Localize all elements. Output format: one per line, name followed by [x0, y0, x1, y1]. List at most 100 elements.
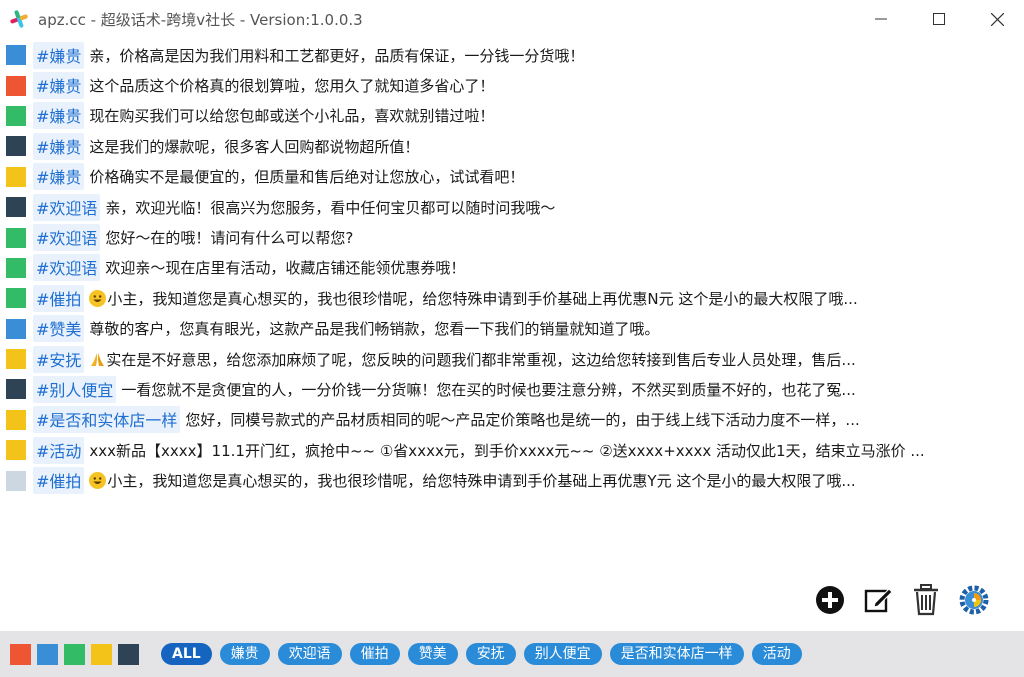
category-tag[interactable]: #嫌贵: [33, 41, 85, 69]
filter-chip[interactable]: 活动: [751, 643, 802, 665]
phrase-content: 小主，我知道您是真心想买的，我也很珍惜呢，给您特殊申请到手价基础上再优惠Y元 这…: [107, 472, 856, 491]
category-tag[interactable]: #欢迎语: [33, 254, 101, 282]
color-swatch: [6, 470, 26, 491]
filter-chip[interactable]: 赞美: [407, 643, 458, 665]
phrase-text: 尊敬的客户，您真有眼光，这款产品是我们畅销款，您看一下我们的销量就知道了哦。: [89, 318, 1024, 339]
phrase-text: 小主，我知道您是真心想买的，我也很珍惜呢，给您特殊申请到手价基础上再优惠N元 这…: [89, 288, 1024, 309]
pray-emoji-icon: [89, 351, 106, 368]
list-item[interactable]: #嫌贵 这个品质这个价格真的很划算啦，您用久了就知道多省心了！: [0, 70, 1024, 100]
phrase-text: 实在是不好意思，给您添加麻烦了呢，您反映的问题我们都非常重视，这边给您转接到售后…: [89, 349, 1024, 370]
maximize-button[interactable]: [916, 0, 962, 38]
phrase-content: 尊敬的客户，您真有眼光，这款产品是我们畅销款，您看一下我们的销量就知道了哦。: [89, 320, 660, 339]
color-swatch: [6, 136, 26, 157]
filter-chip[interactable]: 嫌贵: [219, 643, 270, 665]
category-tag[interactable]: #嫌贵: [33, 102, 85, 130]
add-icon[interactable]: [814, 582, 846, 618]
toolbar: [814, 582, 990, 618]
color-swatch: [6, 45, 26, 66]
phrase-content: 您好～在的哦！请问有什么可以帮您?: [105, 229, 354, 248]
category-tag[interactable]: #欢迎语: [33, 193, 101, 221]
phrase-content: 这是我们的爆款呢，很多客人回购都说物超所值！: [89, 137, 420, 156]
palette-color[interactable]: [64, 643, 85, 665]
list-item[interactable]: #催拍 小主，我知道您是真心想买的，我也很珍惜呢，给您特殊申请到手价基础上再优惠N…: [0, 283, 1024, 313]
list-item[interactable]: #是否和实体店一样 您好，同模号款式的产品材质相同的呢～产品定价策略也是统一的，由…: [0, 405, 1024, 435]
color-swatch: [6, 440, 26, 461]
color-swatch: [6, 166, 26, 187]
color-swatch: [6, 318, 26, 339]
smile-emoji-icon: [89, 289, 107, 307]
minimize-button[interactable]: [858, 0, 904, 38]
color-swatch: [6, 197, 26, 218]
phrase-text: 亲，欢迎光临！很高兴为您服务，看中任何宝贝都可以随时问我哦～: [105, 197, 1024, 218]
category-tag[interactable]: #催拍: [33, 284, 85, 312]
category-tag[interactable]: #活动: [33, 436, 85, 464]
list-item[interactable]: #嫌贵 价格确实不是最便宜的，但质量和售后绝对让您放心，试试看吧！: [0, 162, 1024, 192]
category-tag[interactable]: #嫌贵: [33, 72, 85, 100]
filter-chip[interactable]: 是否和实体店一样: [609, 643, 744, 665]
phrase-text: 一看您就不是贪便宜的人，一分价钱一分货嘛！您在买的时候也要注意分辨，不然买到质量…: [121, 379, 1024, 400]
list-item[interactable]: #赞美 尊敬的客户，您真有眼光，这款产品是我们畅销款，您看一下我们的销量就知道了哦…: [0, 314, 1024, 344]
phrase-content: xxx新品【xxxx】11.1开门红，疯抢中~~ ①省xxxx元，到手价xxxx…: [89, 441, 925, 460]
category-tag[interactable]: #催拍: [33, 467, 85, 495]
edit-icon[interactable]: [862, 582, 894, 618]
phrase-content: 欢迎亲～现在店里有活动，收藏店铺还能领优惠券哦！: [105, 259, 466, 278]
phrase-text: 现在购买我们可以给您包邮或送个小礼品，喜欢就别错过啦！: [89, 105, 1024, 126]
list-item[interactable]: #催拍 小主，我知道您是真心想买的，我也很珍惜呢，给您特殊申请到手价基础上再优惠Y…: [0, 465, 1024, 495]
filter-chip[interactable]: 催拍: [349, 643, 400, 665]
category-tag[interactable]: #是否和实体店一样: [33, 406, 181, 434]
phrase-content: 实在是不好意思，给您添加麻烦了呢，您反映的问题我们都非常重视，这边给您转接到售后…: [106, 350, 856, 369]
filter-chip[interactable]: 欢迎语: [277, 643, 342, 665]
palette-color[interactable]: [91, 643, 112, 665]
list-item[interactable]: #嫌贵 现在购买我们可以给您包邮或送个小礼品，喜欢就别错过啦！: [0, 101, 1024, 131]
smile-emoji-icon: [89, 472, 107, 490]
palette-color[interactable]: [37, 643, 58, 665]
close-button[interactable]: [974, 0, 1020, 38]
list-item[interactable]: #欢迎语 欢迎亲～现在店里有活动，收藏店铺还能领优惠券哦！: [0, 253, 1024, 283]
color-swatch: [6, 257, 26, 278]
category-tag[interactable]: #嫌贵: [33, 163, 85, 191]
phrase-content: 小主，我知道您是真心想买的，我也很珍惜呢，给您特殊申请到手价基础上再优惠N元 这…: [107, 289, 858, 308]
list-item[interactable]: #安抚 实在是不好意思，给您添加麻烦了呢，您反映的问题我们都非常重视，这边给您转接…: [0, 344, 1024, 374]
phrase-list: #嫌贵 亲，价格高是因为我们用料和工艺都更好，品质有保证，一分钱一分货哦！ #嫌贵这…: [0, 40, 1024, 496]
phrase-text: 这个品质这个价格真的很划算啦，您用久了就知道多省心了！: [89, 75, 1024, 96]
phrase-text: 您好，同模号款式的产品材质相同的呢～产品定价策略也是统一的，由于线上线下活动力度…: [185, 409, 1024, 430]
color-swatch: [6, 349, 26, 370]
phrase-text: xxx新品【xxxx】11.1开门红，疯抢中~~ ①省xxxx元，到手价xxxx…: [89, 440, 1024, 461]
window-title: apz.cc - 超级话术-跨境v社长 - Version:1.0.0.3: [38, 10, 363, 29]
category-tag[interactable]: #安抚: [33, 345, 85, 373]
trash-icon[interactable]: [910, 582, 942, 618]
palette-color[interactable]: [118, 643, 139, 665]
list-item[interactable]: #欢迎语 您好～在的哦！请问有什么可以帮您?: [0, 222, 1024, 252]
list-item[interactable]: #嫌贵 这是我们的爆款呢，很多客人回购都说物超所值！: [0, 131, 1024, 161]
settings-icon[interactable]: [958, 582, 990, 618]
phrase-content: 一看您就不是贪便宜的人，一分价钱一分货嘛！您在买的时候也要注意分辨，不然买到质量…: [121, 380, 856, 399]
phrase-text: 您好～在的哦！请问有什么可以帮您?: [105, 227, 1024, 248]
app-logo-icon: [8, 8, 30, 30]
color-swatch: [6, 75, 26, 96]
list-item[interactable]: #嫌贵 亲，价格高是因为我们用料和工艺都更好，品质有保证，一分钱一分货哦！: [0, 40, 1024, 70]
phrase-content: 亲，价格高是因为我们用料和工艺都更好，品质有保证，一分钱一分货哦！: [89, 46, 585, 65]
phrase-text: 亲，价格高是因为我们用料和工艺都更好，品质有保证，一分钱一分货哦！: [89, 45, 1024, 66]
list-item[interactable]: #别人便宜 一看您就不是贪便宜的人，一分价钱一分货嘛！您在买的时候也要注意分辨，不…: [0, 374, 1024, 404]
category-tag[interactable]: #欢迎语: [33, 224, 101, 252]
color-swatch: [6, 227, 26, 248]
palette-color[interactable]: [10, 643, 31, 665]
filter-bar: ALL 嫌贵 欢迎语 催拍 赞美 安抚 别人便宜 是否和实体店一样 活动: [0, 631, 1024, 677]
phrase-text: 小主，我知道您是真心想买的，我也很珍惜呢，给您特殊申请到手价基础上再优惠Y元 这…: [89, 470, 1024, 491]
category-tag[interactable]: #别人便宜: [33, 375, 117, 403]
title-bar: apz.cc - 超级话术-跨境v社长 - Version:1.0.0.3: [0, 0, 1024, 38]
filter-chip[interactable]: ALL: [161, 643, 212, 665]
phrase-text: 欢迎亲～现在店里有活动，收藏店铺还能领优惠券哦！: [105, 257, 1024, 278]
phrase-text: 这是我们的爆款呢，很多客人回购都说物超所值！: [89, 136, 1024, 157]
color-swatch: [6, 105, 26, 126]
filter-chip[interactable]: 安抚: [465, 643, 516, 665]
list-item[interactable]: #活动 xxx新品【xxxx】11.1开门红，疯抢中~~ ①省xxxx元，到手价x…: [0, 435, 1024, 465]
list-item[interactable]: #欢迎语 亲，欢迎光临！很高兴为您服务，看中任何宝贝都可以随时问我哦～: [0, 192, 1024, 222]
phrase-text: 价格确实不是最便宜的，但质量和售后绝对让您放心，试试看吧！: [89, 166, 1024, 187]
phrase-content: 价格确实不是最便宜的，但质量和售后绝对让您放心，试试看吧！: [89, 168, 525, 187]
filter-chip[interactable]: 别人便宜: [523, 643, 602, 665]
phrase-content: 现在购买我们可以给您包邮或送个小礼品，喜欢就别错过啦！: [89, 107, 495, 126]
category-tag[interactable]: #赞美: [33, 315, 85, 343]
category-tag[interactable]: #嫌贵: [33, 132, 85, 160]
color-swatch: [6, 409, 26, 430]
